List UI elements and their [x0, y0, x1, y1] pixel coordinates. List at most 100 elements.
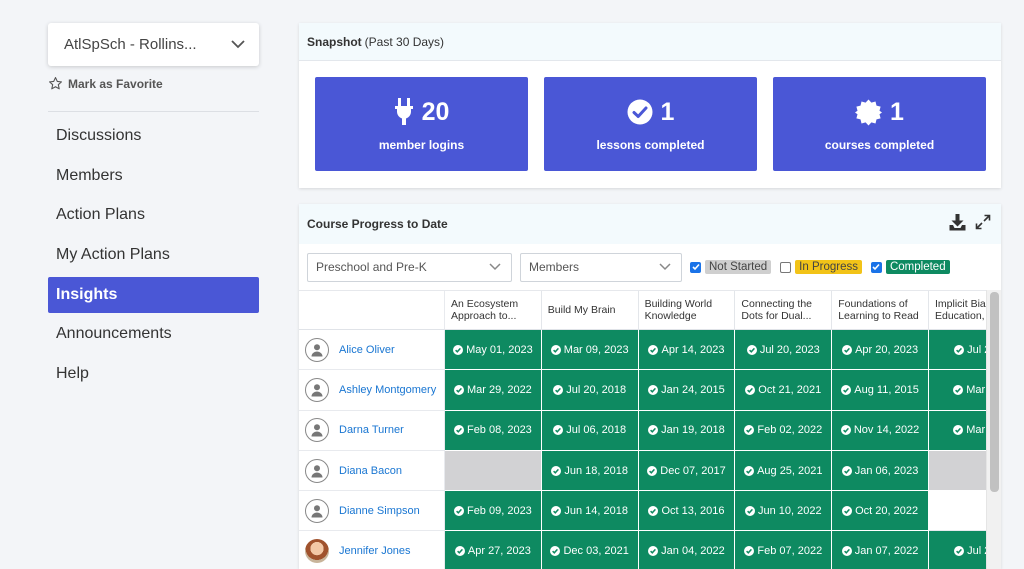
completed-cell[interactable]: Jun 18, 2018 [541, 450, 639, 492]
in-progress-checkbox[interactable] [780, 261, 792, 273]
completed-cell[interactable]: Aug 25, 2021 [735, 450, 833, 492]
completed-cell[interactable]: Jun 14, 2018 [541, 491, 639, 532]
checkmark-icon [872, 263, 881, 271]
completed-checkbox[interactable] [870, 261, 882, 273]
completed-cell[interactable]: Apr 14, 2023 [638, 330, 736, 371]
completed-cell[interactable]: Jan 06, 2023 [832, 450, 929, 492]
course-column-header[interactable]: Build My Brain [541, 291, 639, 330]
course-filter-value: Preschool and Pre-K [316, 260, 427, 274]
course-column-header[interactable]: Connecting the Dots for Dual... [735, 291, 833, 330]
course-filter-select[interactable]: Preschool and Pre-K [307, 252, 512, 282]
completion-date: Dec 03, 2021 [563, 545, 629, 558]
course-column-header[interactable]: An Ecosystem Approach to... [445, 291, 542, 330]
member-name-link[interactable]: Jennifer Jones [339, 545, 411, 557]
completed-cell[interactable]: Apr 27, 2023 [445, 531, 542, 569]
completed-cell[interactable]: Oct 13, 2016 [638, 491, 736, 532]
check-circle-icon [627, 99, 653, 125]
in-progress-tag: In Progress [795, 260, 862, 274]
completed-cell[interactable]: Jan 07, 2022 [832, 531, 929, 569]
completed-cell[interactable]: Oct 21, 2021 [735, 370, 833, 411]
check-circle-icon [840, 425, 851, 436]
completed-cell[interactable]: Nov 14, 2022 [832, 410, 929, 451]
completion-date: Jun 10, 2022 [757, 504, 822, 517]
sidebar-item-help[interactable]: Help [48, 356, 259, 392]
download-icon[interactable] [949, 214, 966, 231]
check-circle-icon [453, 384, 464, 395]
scrollbar-thumb[interactable] [990, 292, 999, 492]
grid-scrollbar[interactable] [986, 290, 1001, 569]
check-circle-icon [648, 505, 659, 516]
snapshot-title: Snapshot [307, 34, 362, 49]
check-circle-icon [745, 384, 756, 395]
completed-cell[interactable]: Mar 29, 2022 [445, 370, 542, 411]
member-name-link[interactable]: Ashley Montgomery [339, 384, 436, 396]
completed-cell[interactable]: Feb 07, 2022 [735, 531, 833, 569]
courses-completed-tile: 1 courses completed [773, 77, 986, 171]
completed-cell[interactable]: Mar 09, 2023 [541, 330, 639, 371]
avatar [305, 418, 329, 443]
member-logins-label: member logins [378, 138, 465, 152]
legend-not-started[interactable]: Not Started [690, 260, 772, 274]
completed-cell[interactable]: Dec 03, 2021 [541, 531, 639, 569]
completed-cell[interactable]: Aug 11, 2015 [832, 370, 929, 411]
completed-cell[interactable]: May 01, 2023 [445, 330, 542, 371]
check-circle-icon [954, 546, 965, 557]
group-name: AtlSpSch - Rollins... [64, 36, 197, 53]
check-circle-icon [648, 344, 659, 355]
sidebar-item-my-action-plans[interactable]: My Action Plans [48, 237, 259, 273]
completed-cell[interactable]: Jan 24, 2015 [638, 370, 736, 411]
completed-cell[interactable]: Jan 04, 2022 [638, 531, 736, 569]
member-logins-tile: 20 member logins [315, 77, 528, 171]
sidebar-item-discussions[interactable]: Discussions [48, 118, 259, 154]
check-circle-icon [744, 505, 755, 516]
member-name-link[interactable]: Dianne Simpson [339, 505, 420, 517]
expand-icon[interactable] [975, 214, 991, 230]
completed-cell[interactable]: Jul 20, 2023 [735, 330, 833, 371]
user-icon [311, 464, 323, 478]
grid-corner [299, 291, 445, 330]
completed-cell[interactable]: Jul 20, 2018 [541, 370, 639, 411]
check-circle-icon [746, 344, 757, 355]
member-cell: Darna Turner [299, 410, 445, 451]
legend-completed[interactable]: Completed [870, 260, 950, 274]
sidebar-nav: Discussions Members Action Plans My Action … [48, 118, 259, 396]
sidebar-item-action-plans[interactable]: Action Plans [48, 197, 259, 233]
mark-favorite-link[interactable]: Mark as Favorite [48, 76, 163, 91]
completion-date: Aug 25, 2021 [757, 464, 823, 477]
check-circle-icon [550, 546, 561, 557]
completed-cell[interactable]: Feb 09, 2023 [445, 491, 542, 532]
user-icon [311, 505, 323, 518]
member-name-link[interactable]: Alice Oliver [339, 344, 395, 356]
completed-cell[interactable]: Jan 19, 2018 [638, 410, 736, 451]
check-circle-icon [954, 344, 965, 355]
members-filter-value: Members [529, 260, 580, 274]
members-filter-select[interactable]: Members [520, 252, 682, 282]
completed-cell[interactable]: Jul 06, 2018 [541, 410, 639, 451]
star-icon [49, 77, 62, 90]
member-cell: Diana Bacon [299, 450, 445, 492]
completion-date: Feb 07, 2022 [757, 545, 823, 558]
group-selector[interactable]: AtlSpSch - Rollins... [48, 23, 259, 66]
not-started-checkbox[interactable] [690, 261, 701, 273]
member-cell: Alice Oliver [299, 330, 445, 371]
completed-cell[interactable]: Oct 20, 2022 [832, 491, 929, 532]
legend-in-progress[interactable]: In Progress [780, 260, 862, 274]
check-circle-icon [842, 344, 853, 355]
completed-cell[interactable]: Feb 08, 2023 [445, 410, 542, 451]
member-name-link[interactable]: Darna Turner [339, 424, 404, 436]
completed-cell[interactable]: Apr 20, 2023 [832, 330, 929, 371]
member-name-link[interactable]: Diana Bacon [339, 465, 402, 477]
course-column-header[interactable]: Foundations of Learning to Read [832, 291, 929, 330]
sidebar-item-announcements[interactable]: Announcements [48, 316, 259, 352]
course-column-header[interactable]: Building World Knowledge [638, 291, 736, 330]
check-circle-icon [553, 384, 564, 395]
completed-cell[interactable]: Jun 10, 2022 [735, 491, 833, 532]
sidebar-item-insights[interactable]: Insights [48, 276, 259, 313]
not-started-cell[interactable] [445, 450, 542, 492]
lessons-completed-tile: 1 lessons completed [544, 77, 757, 171]
completion-date: Jan 24, 2015 [661, 383, 725, 396]
completed-cell[interactable]: Dec 07, 2017 [638, 450, 736, 492]
completed-cell[interactable]: Feb 02, 2022 [735, 410, 833, 451]
completion-date: May 01, 2023 [466, 343, 533, 356]
sidebar-item-members[interactable]: Members [48, 158, 259, 194]
